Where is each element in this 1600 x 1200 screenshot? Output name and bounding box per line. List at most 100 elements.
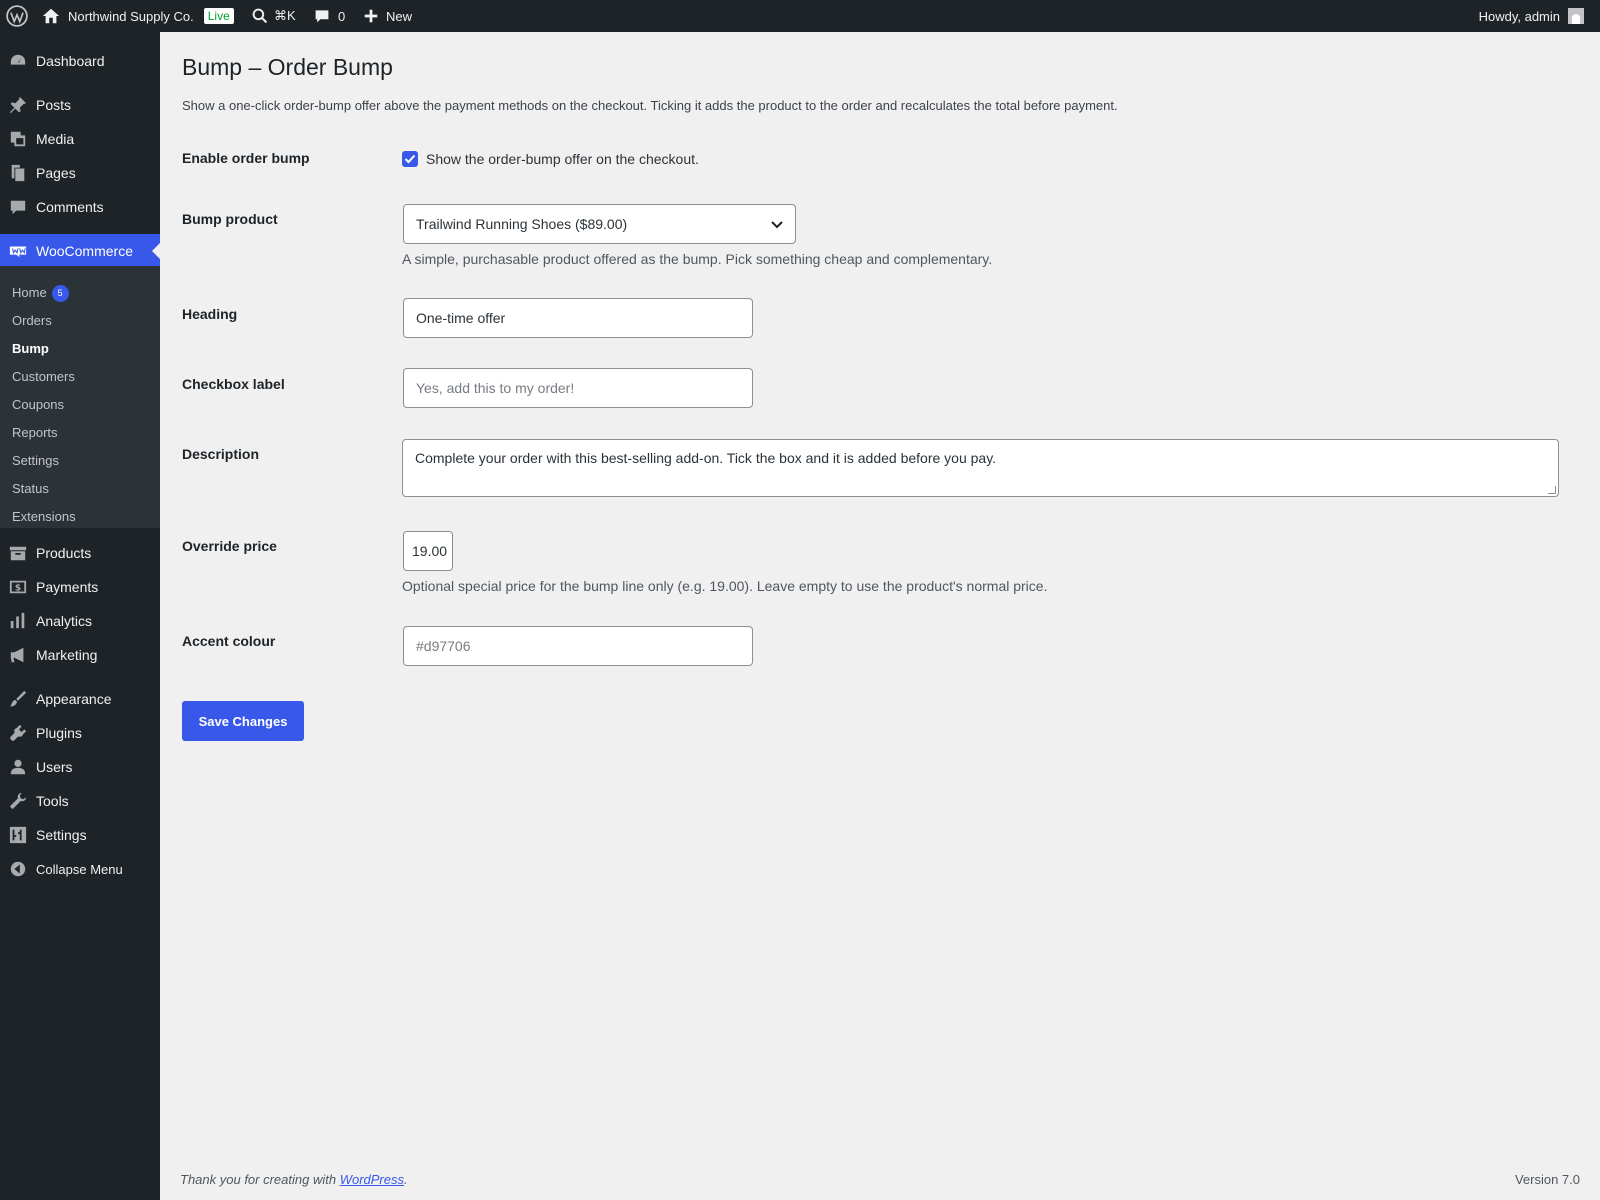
checkmark-icon [404, 154, 416, 164]
description-textarea[interactable]: Complete your order with this best-selli… [402, 439, 1559, 497]
home-icon [42, 7, 60, 25]
greeting: Howdy, admin [1478, 8, 1560, 24]
wordpress-logo-icon[interactable] [6, 0, 28, 32]
search-icon [252, 8, 268, 24]
heading-input[interactable]: One-time offer [403, 298, 753, 338]
menu-payments[interactable]: $ Payments [0, 570, 160, 604]
new-content-link[interactable]: New [364, 0, 412, 32]
menu-label: Marketing [36, 647, 98, 663]
save-changes-button[interactable]: Save Changes [182, 701, 304, 741]
menu-label: Collapse Menu [36, 861, 123, 877]
submenu-orders[interactable]: Orders [12, 312, 52, 330]
woocommerce-submenu: Home 5 Orders Bump Customers Coupons Rep… [0, 266, 160, 528]
submenu-label: Customers [12, 369, 75, 384]
comments-link[interactable]: 0 [314, 0, 345, 32]
submenu-label: Extensions [12, 509, 76, 524]
resize-handle[interactable] [1548, 486, 1556, 494]
submenu-label: Reports [12, 425, 58, 440]
menu-label: Comments [36, 199, 104, 215]
menu-label: Media [36, 131, 75, 147]
menu-label: Analytics [36, 613, 93, 629]
submenu-label: Orders [12, 313, 52, 328]
comment-bubble-icon [0, 190, 36, 224]
footer-thanks-text: Thank you for creating with [180, 1172, 340, 1187]
menu-label: Appearance [36, 691, 112, 707]
menu-dashboard[interactable]: Dashboard [0, 44, 160, 78]
menu-appearance[interactable]: Appearance [0, 682, 160, 716]
submenu-label: Coupons [12, 397, 65, 412]
override-price-input[interactable]: 19.00 [403, 531, 453, 571]
pushpin-icon [0, 88, 36, 122]
payments-icon: $ [0, 570, 36, 604]
footer-thanks: Thank you for creating with WordPress. [180, 1172, 408, 1187]
dashboard-icon [0, 44, 36, 78]
media-icon [0, 122, 36, 156]
site-name-link[interactable]: Northwind Supply Co. Live [42, 0, 234, 32]
svg-text:$: $ [15, 584, 21, 594]
menu-label: WooCommerce [36, 243, 133, 259]
submenu-coupons[interactable]: Coupons [12, 396, 64, 414]
admin-bar: Northwind Supply Co. Live ⌘K 0 New Howdy… [0, 0, 1600, 32]
plus-icon [364, 9, 378, 23]
page-title: Bump – Order Bump [182, 54, 393, 80]
menu-label: Plugins [36, 725, 82, 741]
collapse-arrow-icon [0, 852, 36, 886]
menu-comments[interactable]: Comments [0, 190, 160, 224]
menu-settings[interactable]: Settings [0, 818, 160, 852]
bump-product-label: Bump product [182, 211, 278, 227]
submenu-label: Status [12, 481, 49, 496]
bump-product-description: A simple, purchasable product offered as… [402, 251, 993, 267]
override-price-label: Override price [182, 538, 277, 554]
footer-version: Version 7.0 [1514, 1172, 1580, 1187]
submenu-home[interactable]: Home 5 [12, 284, 69, 302]
submenu-label: Settings [12, 453, 59, 468]
submenu-label: Bump [12, 341, 49, 356]
menu-media[interactable]: Media [0, 122, 160, 156]
menu-analytics[interactable]: Analytics [0, 604, 160, 638]
menu-label: Pages [36, 165, 76, 181]
submenu-reports[interactable]: Reports [12, 424, 58, 442]
new-label: New [386, 8, 413, 24]
user-icon [0, 750, 36, 784]
menu-label: Posts [36, 97, 72, 113]
menu-plugins[interactable]: Plugins [0, 716, 160, 750]
menu-products[interactable]: Products [0, 536, 160, 570]
command-search-button[interactable]: ⌘K [252, 0, 296, 32]
submenu-status[interactable]: Status [12, 480, 49, 498]
comment-bubble-icon [314, 8, 330, 24]
site-name: Northwind Supply Co. [68, 8, 194, 24]
checkbox-label-input[interactable]: Yes, add this to my order! [403, 368, 753, 408]
menu-label: Tools [36, 793, 69, 809]
enable-order-bump-checkbox-label[interactable]: Show the order-bump offer on the checkou… [426, 151, 699, 167]
woocommerce-icon [0, 234, 36, 268]
menu-marketing[interactable]: Marketing [0, 638, 160, 672]
search-shortcut: ⌘K [274, 8, 296, 23]
my-account-link[interactable]: Howdy, admin [1479, 0, 1584, 32]
bump-product-select[interactable]: Trailwind Running Shoes ($89.00) [403, 204, 796, 244]
menu-label: Payments [36, 579, 99, 595]
settings-sliders-icon [0, 818, 36, 852]
accent-colour-input[interactable]: #d97706 [403, 626, 753, 666]
menu-users[interactable]: Users [0, 750, 160, 784]
footer-thanks-suffix: . [404, 1172, 408, 1187]
submenu-extensions[interactable]: Extensions [12, 508, 76, 526]
submenu-customers[interactable]: Customers [12, 368, 75, 386]
accent-colour-label: Accent colour [182, 633, 276, 649]
collapse-menu-button[interactable]: Collapse Menu [0, 852, 160, 886]
notification-badge: 5 [51, 284, 69, 302]
pages-icon [0, 156, 36, 190]
menu-tools[interactable]: Tools [0, 784, 160, 818]
live-badge: Live [203, 8, 234, 24]
menu-woocommerce[interactable]: WooCommerce [0, 234, 160, 268]
submenu-bump[interactable]: Bump [12, 340, 49, 358]
bar-chart-icon [0, 604, 36, 638]
checkbox-label-label: Checkbox label [182, 376, 285, 392]
enable-order-bump-checkbox[interactable] [402, 151, 418, 167]
enable-order-bump-label: Enable order bump [182, 150, 310, 166]
submenu-settings[interactable]: Settings [12, 452, 59, 470]
wordpress-link[interactable]: WordPress [340, 1172, 404, 1187]
menu-label: Products [36, 545, 92, 561]
menu-posts[interactable]: Posts [0, 88, 160, 122]
plug-icon [0, 716, 36, 750]
menu-pages[interactable]: Pages [0, 156, 160, 190]
